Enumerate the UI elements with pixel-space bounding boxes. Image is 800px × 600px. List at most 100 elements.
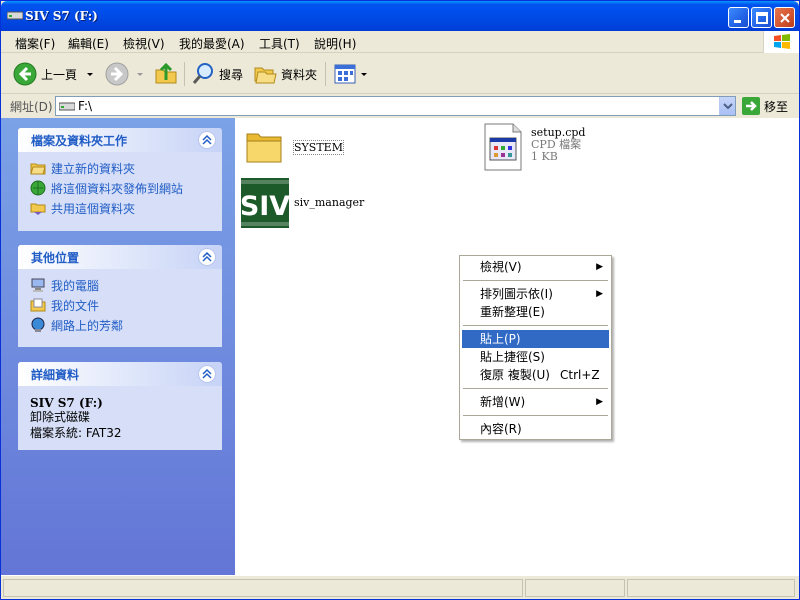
link-label: 建立新的資料夾 xyxy=(51,161,136,176)
drive-icon xyxy=(7,11,23,20)
chevron-down-icon xyxy=(723,103,733,110)
chevron-down-icon[interactable] xyxy=(359,69,369,79)
menu-item-properties[interactable]: 內容(R) xyxy=(462,420,609,438)
folders-button[interactable]: 資料夾 xyxy=(253,60,317,88)
forward-button[interactable] xyxy=(105,60,145,88)
file-name: siv_manager xyxy=(294,196,365,209)
documents-icon xyxy=(30,298,46,312)
panel-header[interactable]: 其他位置 xyxy=(18,245,222,269)
menu-item-label: 新增(W) xyxy=(480,395,526,409)
up-folder-button[interactable] xyxy=(154,60,178,88)
new-folder-icon xyxy=(30,163,46,175)
svg-text:SIV: SIV xyxy=(241,191,289,222)
new-folder-link[interactable]: 建立新的資料夾 xyxy=(30,158,212,178)
chevron-down-icon[interactable] xyxy=(85,69,95,79)
toolbar-separator xyxy=(184,62,185,86)
panel-title: 檔案及資料夾工作 xyxy=(31,134,128,148)
chevron-up-icon xyxy=(202,134,212,145)
panel-title: 其他位置 xyxy=(31,251,80,265)
menu-item-undo-copy[interactable]: 復原 複製(U) Ctrl+Z xyxy=(462,366,609,384)
search-button[interactable]: 搜尋 xyxy=(191,60,243,88)
back-arrow-icon xyxy=(13,62,37,86)
menu-bar: 檔案(F) 編輯(E) 檢視(V) 我的最愛(A) 工具(T) 說明(H) xyxy=(1,31,799,53)
menu-item-label: 貼上(P) xyxy=(480,332,521,346)
link-label: 我的電腦 xyxy=(51,278,100,293)
folder-icon xyxy=(246,133,282,163)
link-label: 我的文件 xyxy=(51,298,100,313)
back-label: 上一頁 xyxy=(41,67,78,82)
share-folder-link[interactable]: 共用這個資料夾 xyxy=(30,198,212,218)
menu-separator xyxy=(463,325,608,326)
back-button[interactable]: 上一頁 xyxy=(13,60,95,88)
panel-header[interactable]: 檔案及資料夾工作 xyxy=(18,128,222,152)
minimize-button[interactable] xyxy=(728,7,749,28)
close-button[interactable] xyxy=(774,7,795,28)
status-pane xyxy=(627,579,795,597)
menu-item-new[interactable]: 新增(W) ▶ xyxy=(462,393,609,411)
menu-item-view[interactable]: 檢視(V) ▶ xyxy=(462,258,609,276)
menu-item-label: 排列圖示依(I) xyxy=(480,287,553,301)
collapse-button[interactable] xyxy=(198,365,216,383)
menu-separator xyxy=(463,388,608,389)
menu-item-refresh[interactable]: 重新整理(E) xyxy=(462,303,609,321)
chevron-down-icon[interactable] xyxy=(135,69,145,79)
menu-item-arrange-icons[interactable]: 排列圖示依(I) ▶ xyxy=(462,285,609,303)
app-item[interactable]: SIV siv_manager xyxy=(241,178,364,228)
explorer-window: SIV S7 (F:) 檔案(F) 編輯(E) 檢視(V) 我的最愛(A) 工具… xyxy=(0,0,800,600)
go-arrow-icon xyxy=(742,97,760,115)
windows-flag-icon xyxy=(774,34,790,49)
cpd-file-icon xyxy=(484,123,522,171)
submenu-arrow-icon: ▶ xyxy=(596,397,603,407)
menu-item-paste[interactable]: 貼上(P) xyxy=(462,330,609,348)
address-input[interactable]: F:\ xyxy=(55,96,736,116)
menu-item-label: 重新整理(E) xyxy=(480,305,545,319)
file-folder-tasks-panel: 檔案及資料夾工作 建立新的資料夾 將這個資料夾發佈到網站 共用這個資料夾 xyxy=(18,128,222,231)
views-button[interactable] xyxy=(333,60,369,88)
network-places-link[interactable]: 網路上的芳鄰 xyxy=(30,315,212,335)
panel-title: 詳細資料 xyxy=(31,368,80,382)
search-icon xyxy=(192,63,213,84)
menu-favorites[interactable]: 我的最愛(A) xyxy=(179,35,245,52)
file-size: 1 KB xyxy=(531,150,558,163)
shared-folder-icon xyxy=(30,203,46,215)
menu-tools[interactable]: 工具(T) xyxy=(259,35,300,52)
details-panel: 詳細資料 SIV S7 (F:) 卸除式磁碟 檔案系統: FAT32 xyxy=(18,362,222,450)
file-item[interactable]: setup.cpd CPD 檔案 1 KB xyxy=(483,122,585,172)
go-button[interactable]: 移至 xyxy=(742,96,788,116)
siv-logo-icon: SIV xyxy=(241,178,289,228)
menu-item-paste-shortcut[interactable]: 貼上捷徑(S) xyxy=(462,348,609,366)
my-computer-link[interactable]: 我的電腦 xyxy=(30,275,212,295)
collapse-button[interactable] xyxy=(198,248,216,266)
menu-item-label: 內容(R) xyxy=(480,422,522,436)
collapse-button[interactable] xyxy=(198,131,216,149)
status-pane xyxy=(525,579,625,597)
menu-file[interactable]: 檔案(F) xyxy=(15,35,55,52)
detail-name: SIV S7 (F:) xyxy=(30,396,103,410)
file-name: SYSTEM xyxy=(293,140,344,155)
menu-separator xyxy=(463,280,608,281)
folders-label: 資料夾 xyxy=(281,67,318,82)
menu-help[interactable]: 說明(H) xyxy=(314,35,356,52)
title-bar[interactable]: SIV S7 (F:) xyxy=(1,1,799,31)
link-label: 網路上的芳鄰 xyxy=(51,318,124,333)
address-dropdown-button[interactable] xyxy=(719,97,735,115)
detail-filesystem: 檔案系統: FAT32 xyxy=(30,426,122,440)
search-label: 搜尋 xyxy=(219,67,244,82)
network-icon xyxy=(31,317,45,332)
submenu-arrow-icon: ▶ xyxy=(596,262,603,272)
menu-item-shortcut: Ctrl+Z xyxy=(560,368,600,382)
toolbar: 上一頁 搜尋 資料夾 xyxy=(1,54,799,94)
folder-item[interactable]: SYSTEM xyxy=(245,128,344,164)
menu-separator xyxy=(463,415,608,416)
my-documents-link[interactable]: 我的文件 xyxy=(30,295,212,315)
menu-edit[interactable]: 編輯(E) xyxy=(68,35,109,52)
menu-view[interactable]: 檢視(V) xyxy=(123,35,165,52)
panel-header[interactable]: 詳細資料 xyxy=(18,362,222,386)
go-label: 移至 xyxy=(764,99,789,114)
publish-web-link[interactable]: 將這個資料夾發佈到網站 xyxy=(30,178,212,198)
link-label: 將這個資料夾發佈到網站 xyxy=(51,181,184,196)
maximize-button[interactable] xyxy=(751,7,772,28)
up-folder-icon xyxy=(155,62,177,84)
menu-item-label: 復原 複製(U) xyxy=(480,368,550,382)
link-label: 共用這個資料夾 xyxy=(51,201,136,216)
